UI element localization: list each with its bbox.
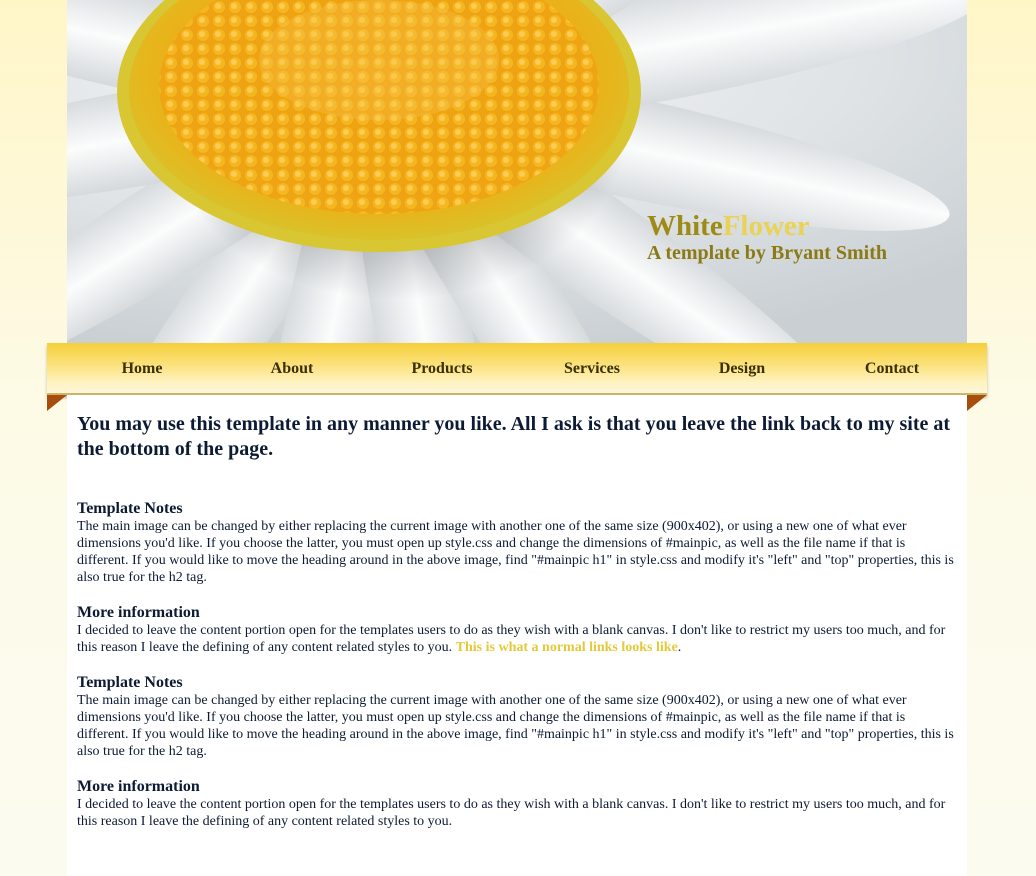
nav-ribbon-fold-left bbox=[47, 395, 67, 411]
content-area: You may use this template in any manner … bbox=[67, 395, 967, 876]
daisy-flower-photo bbox=[67, 0, 967, 343]
nav-item-products[interactable]: Products bbox=[367, 343, 517, 393]
nav-item-home[interactable]: Home bbox=[67, 343, 217, 393]
section-title: Template Notes bbox=[77, 674, 183, 691]
section-text: The main image can be changed by either … bbox=[77, 693, 954, 759]
header-image: WhiteFlower A template by Bryant Smith bbox=[67, 0, 967, 343]
site-title: WhiteFlower bbox=[647, 212, 810, 241]
nav-ribbon-fold-right bbox=[967, 395, 987, 411]
main-navigation: Home About Products Services Design Cont… bbox=[47, 343, 987, 395]
site-title-part1: White bbox=[647, 210, 723, 242]
section-text-with-link: I decided to leave the content portion o… bbox=[77, 622, 959, 656]
sample-link[interactable]: This is what a normal links looks like bbox=[456, 640, 678, 655]
nav-item-design[interactable]: Design bbox=[667, 343, 817, 393]
nav-list: Home About Products Services Design Cont… bbox=[67, 343, 967, 393]
section-text: The main image can be changed by either … bbox=[77, 519, 954, 585]
nav-item-about[interactable]: About bbox=[217, 343, 367, 393]
content-inner: You may use this template in any manner … bbox=[77, 412, 959, 848]
section-title: Template Notes bbox=[77, 500, 183, 517]
section-title: More information bbox=[77, 778, 200, 795]
nav-item-contact[interactable]: Contact bbox=[817, 343, 967, 393]
link-trailing-period: . bbox=[677, 640, 682, 655]
site-subtitle: A template by Bryant Smith bbox=[647, 242, 887, 264]
section-title: More information bbox=[77, 604, 200, 621]
nav-item-services[interactable]: Services bbox=[517, 343, 667, 393]
section-text: I decided to leave the content portion o… bbox=[77, 797, 946, 829]
content-heading: You may use this template in any manner … bbox=[77, 413, 951, 460]
site-title-part2: Flower bbox=[722, 210, 810, 242]
